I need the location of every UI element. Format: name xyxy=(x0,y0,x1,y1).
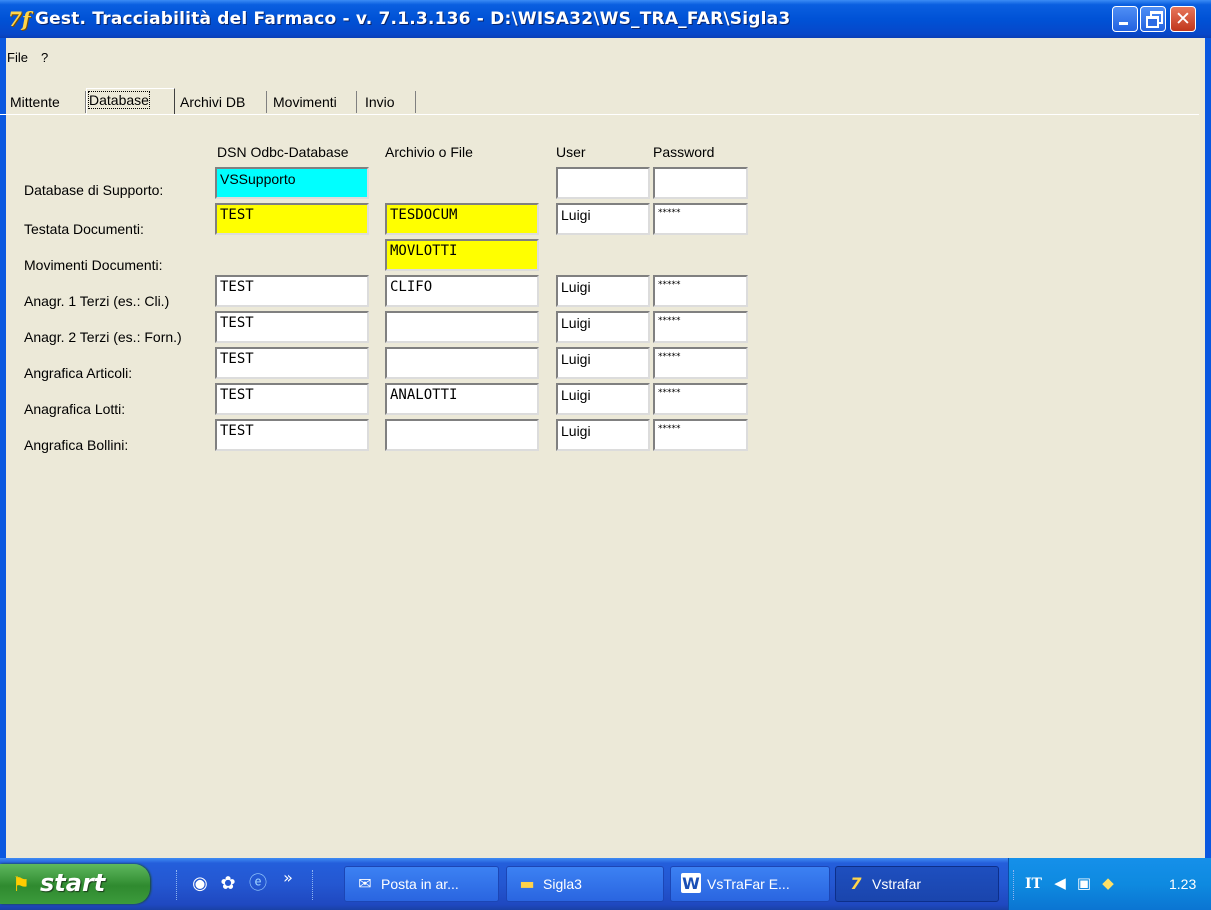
app-icon: 7 xyxy=(850,874,862,893)
taskbar: ⚑ start ◉ ✿ ⓔ » ✉ Posta in ar... ▬ Sigla3 … xyxy=(0,858,1211,910)
taskbar-button-label: VsTraFar E... xyxy=(707,876,790,892)
dsn-field[interactable]: TEST xyxy=(215,275,369,307)
menu-file[interactable]: File xyxy=(7,47,28,69)
archivio-field[interactable] xyxy=(385,347,539,379)
taskbar-button-vstrafar[interactable]: 7 Vstrafar xyxy=(835,866,999,902)
network-icon[interactable]: ▣ xyxy=(1073,872,1095,894)
archivio-field[interactable]: MOVLOTTI xyxy=(385,239,539,271)
taskbar-button-vstrafar-e[interactable]: W VsTraFar E... xyxy=(670,866,830,902)
archivio-field[interactable]: TESDOCUM xyxy=(385,203,539,235)
menu-help[interactable]: ? xyxy=(41,47,48,69)
user-field[interactable]: Luigi xyxy=(556,347,650,379)
minimize-button[interactable] xyxy=(1112,6,1138,32)
dsn-field[interactable]: TEST xyxy=(215,311,369,343)
taskbar-button-label: Vstrafar xyxy=(872,876,922,892)
archivio-field[interactable]: CLIFO xyxy=(385,275,539,307)
dsn-field[interactable]: TEST xyxy=(215,347,369,379)
internet-explorer-icon[interactable]: ⓔ xyxy=(246,872,270,896)
password-field[interactable] xyxy=(653,167,748,199)
tab-label: Mittente xyxy=(10,94,60,110)
tab-label: Invio xyxy=(365,94,395,110)
taskbar-separator xyxy=(176,870,179,900)
word-icon: W xyxy=(681,873,701,893)
mail-icon: ✉ xyxy=(358,874,372,893)
archivio-field[interactable] xyxy=(385,311,539,343)
row-label: Anagr. 2 Terzi (es.: Forn.) xyxy=(24,329,182,345)
tab-invio[interactable]: Invio xyxy=(365,91,416,113)
col-header-user: User xyxy=(556,144,586,160)
windows-flag-icon: ⚑ xyxy=(12,872,30,896)
password-field[interactable]: ***** xyxy=(653,203,748,235)
taskbar-separator xyxy=(1013,870,1016,900)
password-field[interactable]: ***** xyxy=(653,311,748,343)
password-field[interactable]: ***** xyxy=(653,347,748,379)
window-title: Gest. Tracciabilità del Farmaco - v. 7.1… xyxy=(35,9,791,29)
start-button[interactable]: ⚑ start xyxy=(0,864,150,904)
password-field[interactable]: ***** xyxy=(653,275,748,307)
clock[interactable]: 1.23 xyxy=(1169,872,1196,896)
password-field[interactable]: ***** xyxy=(653,383,748,415)
minimize-icon xyxy=(1119,22,1128,25)
tab-archivi-db[interactable]: Archivi DB xyxy=(180,91,267,113)
tab-strip: Mittente Database Archivi DB Movimenti I… xyxy=(0,88,1199,114)
archivio-field[interactable]: ANALOTTI xyxy=(385,383,539,415)
close-button[interactable]: ✕ xyxy=(1170,6,1196,32)
row-label: Anagrafica Lotti: xyxy=(24,401,126,417)
taskbar-separator xyxy=(312,870,315,900)
col-header-password: Password xyxy=(653,144,715,160)
row-label: Movimenti Documenti: xyxy=(24,257,163,273)
dsn-field[interactable]: VSSupporto xyxy=(215,167,369,199)
row-label: Angrafica Articoli: xyxy=(24,365,133,381)
app-icon: 7f xyxy=(8,7,31,31)
user-field[interactable]: Luigi xyxy=(556,203,650,235)
language-indicator[interactable]: IT xyxy=(1025,872,1042,896)
tab-label: Movimenti xyxy=(273,94,337,110)
user-field[interactable]: Luigi xyxy=(556,311,650,343)
security-icon[interactable]: ◆ xyxy=(1097,872,1119,894)
tab-database[interactable]: Database xyxy=(86,88,175,114)
tab-label: Archivi DB xyxy=(180,94,246,110)
overflow-chevron-icon[interactable]: » xyxy=(276,866,300,890)
row-label: Testata Documenti: xyxy=(24,221,144,237)
dsn-field[interactable]: TEST xyxy=(215,419,369,451)
row-label: Angrafica Bollini: xyxy=(24,437,129,453)
folder-icon: ▬ xyxy=(519,874,535,893)
dsn-field[interactable]: TEST xyxy=(215,383,369,415)
taskbar-button-label: Sigla3 xyxy=(543,876,582,892)
taskbar-button-posta[interactable]: ✉ Posta in ar... xyxy=(344,866,499,902)
user-field[interactable] xyxy=(556,167,650,199)
user-field[interactable]: Luigi xyxy=(556,419,650,451)
tab-movimenti[interactable]: Movimenti xyxy=(273,91,357,113)
dsn-field[interactable]: TEST xyxy=(215,203,369,235)
col-header-archivio: Archivio o File xyxy=(385,144,473,160)
taskbar-button-sigla3[interactable]: ▬ Sigla3 xyxy=(506,866,664,902)
user-field[interactable]: Luigi xyxy=(556,383,650,415)
browser-icon[interactable]: ◉ xyxy=(188,872,212,896)
taskbar-button-label: Posta in ar... xyxy=(381,876,459,892)
row-label: Database di Supporto: xyxy=(24,182,164,198)
restore-button[interactable] xyxy=(1140,6,1166,32)
col-header-dsn: DSN Odbc-Database xyxy=(217,144,349,160)
archivio-field[interactable] xyxy=(385,419,539,451)
row-label: Anagr. 1 Terzi (es.: Cli.) xyxy=(24,293,170,309)
system-tray: IT ◀ ▣ ◆ 1.23 xyxy=(1008,858,1211,910)
title-bar[interactable]: 7f Gest. Tracciabilità del Farmaco - v. … xyxy=(0,0,1211,38)
close-icon: ✕ xyxy=(1175,8,1191,30)
collapse-tray-icon[interactable]: ◀ xyxy=(1049,872,1071,894)
tab-mittente[interactable]: Mittente xyxy=(10,91,86,113)
tab-label: Database xyxy=(88,91,150,109)
app-icon[interactable]: ✿ xyxy=(216,872,240,896)
password-field[interactable]: ***** xyxy=(653,419,748,451)
start-label: start xyxy=(40,869,106,897)
user-field[interactable]: Luigi xyxy=(556,275,650,307)
